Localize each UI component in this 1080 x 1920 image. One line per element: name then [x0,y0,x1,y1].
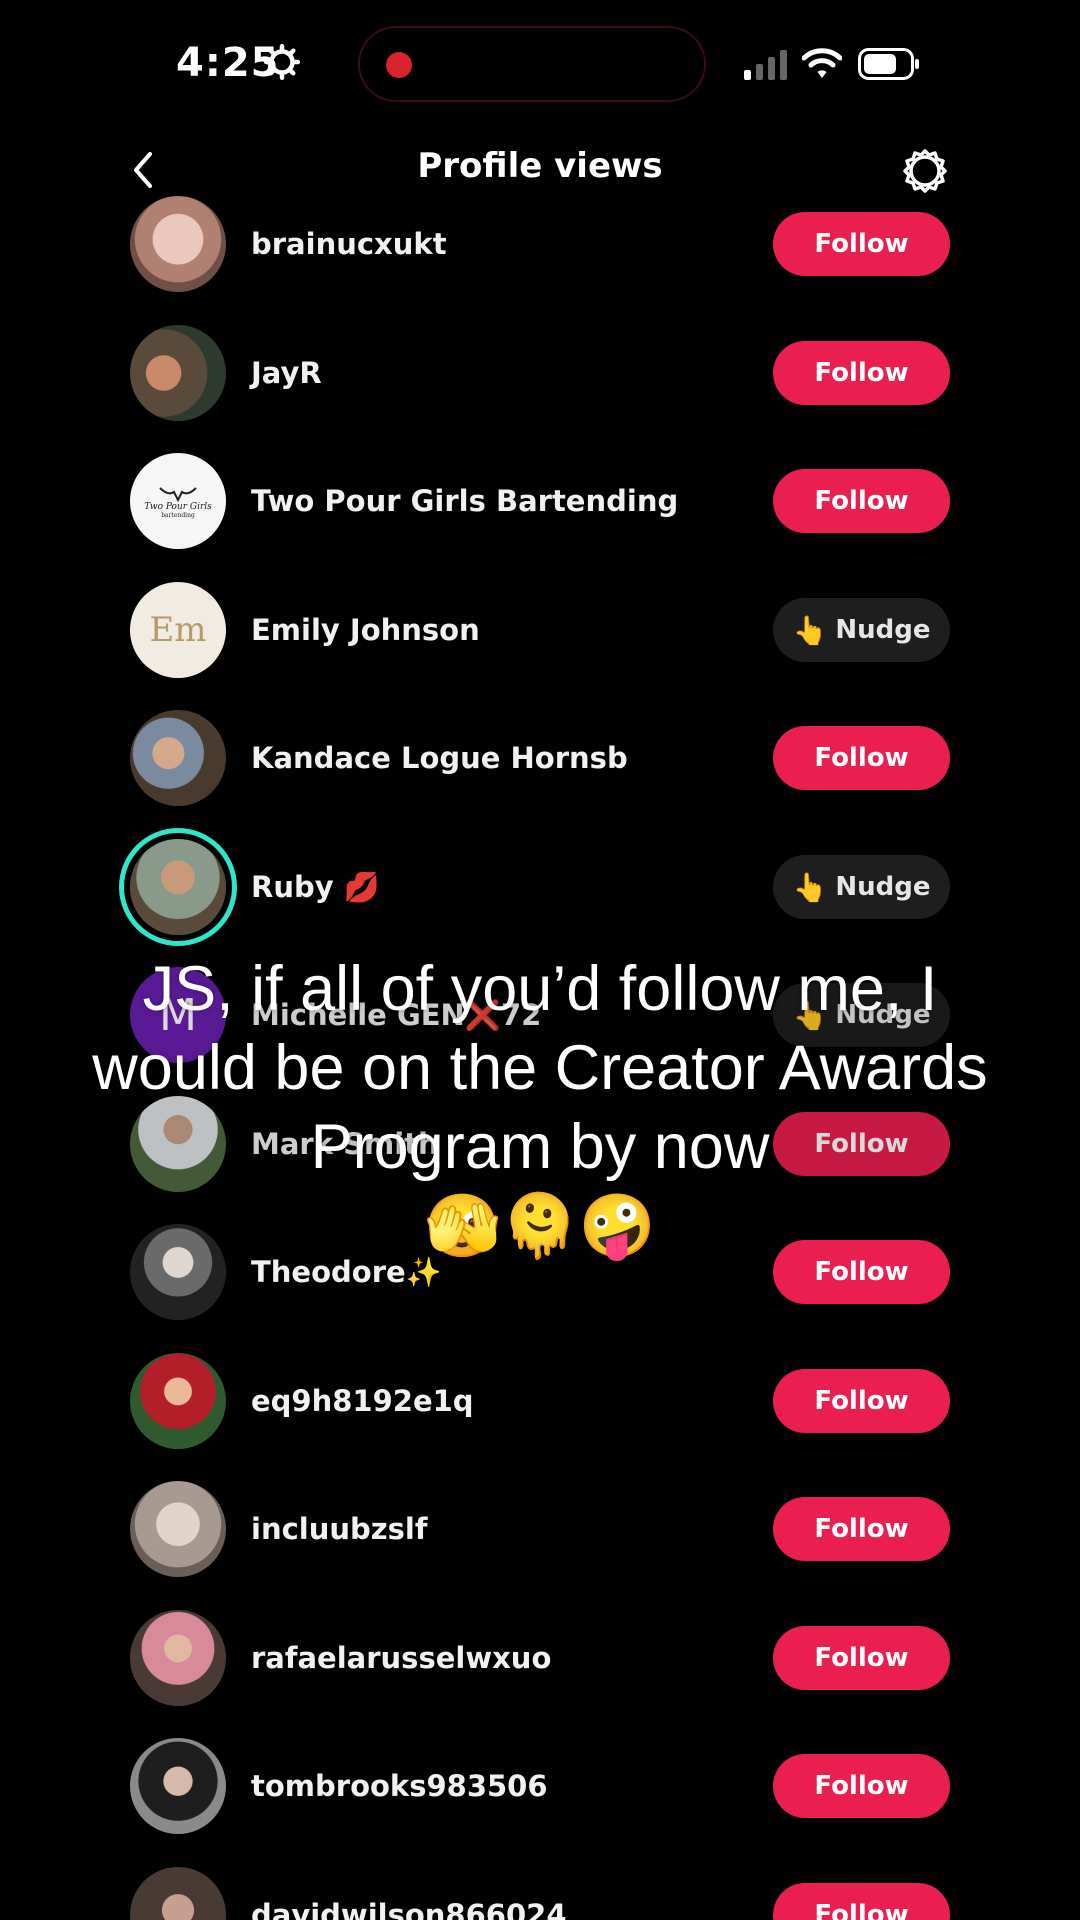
avatar[interactable] [130,1867,226,1920]
list-item[interactable]: brainucxukt Follow [0,180,1080,308]
caption-text: JS, if all of you’d follow me, I would b… [92,954,988,1182]
list-item[interactable]: tombrooks983506 Follow [0,1722,1080,1850]
follow-button[interactable]: Follow [773,212,950,276]
username[interactable]: Emily Johnson [251,566,480,694]
avatar-with-story-ring[interactable] [130,839,226,935]
avatar[interactable] [130,1353,226,1449]
follow-button[interactable]: Follow [773,1883,950,1920]
follow-button[interactable]: Follow [773,726,950,790]
avatar[interactable] [130,325,226,421]
list-item[interactable]: Kandace Logue Hornsb Follow [0,694,1080,822]
list-item[interactable]: Ruby 💋 👆 Nudge [0,823,1080,951]
username[interactable]: rafaelarusselwxuo [251,1594,551,1722]
username[interactable]: davidwilson866024 [251,1851,567,1920]
caption-emojis: 🫣🫠🤪 [424,1192,656,1261]
avatar[interactable]: Two Pour Girls bartending [130,453,226,549]
follow-button[interactable]: Follow [773,1369,950,1433]
pointing-hand-icon: 👆 [792,870,828,904]
nudge-button[interactable]: 👆 Nudge [773,598,950,662]
username[interactable]: Kandace Logue Hornsb [251,694,628,822]
bull-logo-icon [159,486,197,502]
list-item[interactable]: Two Pour Girls bartending Two Pour Girls… [0,437,1080,565]
username[interactable]: eq9h8192e1q [251,1337,474,1465]
avatar[interactable] [130,710,226,806]
list-item[interactable]: incluubzslf Follow [0,1465,1080,1593]
avatar-logo-text: Two Pour Girls [144,501,212,512]
avatar[interactable]: Em [130,582,226,678]
avatar-logo-subtext: bartending [161,511,195,519]
follow-button[interactable]: Follow [773,1497,950,1561]
nudge-button[interactable]: 👆 Nudge [773,855,950,919]
avatar[interactable] [130,1738,226,1834]
username[interactable]: brainucxukt [251,180,447,308]
avatar[interactable] [130,1481,226,1577]
profile-views-screen: 4:25 Profile views brainucxukt Follow Ja… [0,0,1080,1920]
follow-button[interactable]: Follow [773,469,950,533]
list-item[interactable]: Em Emily Johnson 👆 Nudge [0,566,1080,694]
follow-button[interactable]: Follow [773,1626,950,1690]
list-item[interactable]: rafaelarusselwxuo Follow [0,1594,1080,1722]
avatar-logo-text: Em [149,610,207,650]
username[interactable]: Two Pour Girls Bartending [251,437,678,565]
avatar[interactable] [130,196,226,292]
username[interactable]: Ruby 💋 [251,823,380,951]
username[interactable]: incluubzslf [251,1465,427,1593]
list-item[interactable]: eq9h8192e1q Follow [0,1337,1080,1465]
username[interactable]: tombrooks983506 [251,1722,548,1850]
video-caption-overlay: JS, if all of you’d follow me, I would b… [90,950,990,1266]
follow-button[interactable]: Follow [773,1754,950,1818]
username[interactable]: JayR [251,309,322,437]
follow-button[interactable]: Follow [773,341,950,405]
avatar[interactable] [130,1610,226,1706]
list-item[interactable]: JayR Follow [0,309,1080,437]
pointing-hand-icon: 👆 [792,613,828,647]
list-item[interactable]: davidwilson866024 Follow [0,1851,1080,1920]
